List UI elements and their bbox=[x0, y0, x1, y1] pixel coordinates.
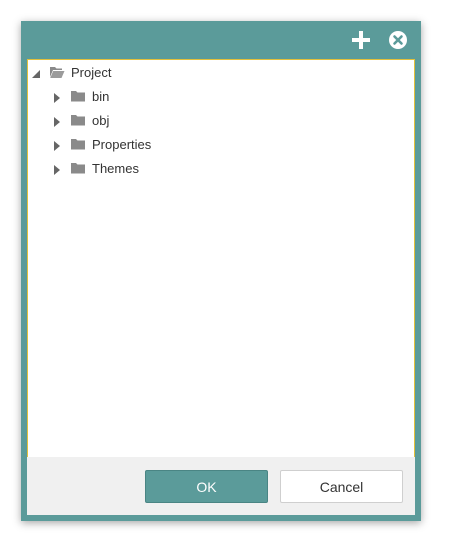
collapsed-arrow-icon[interactable] bbox=[52, 91, 62, 103]
collapsed-arrow-icon[interactable] bbox=[52, 163, 62, 175]
plus-icon[interactable] bbox=[350, 29, 372, 51]
folder-picker-dialog: Project bin obj Properties Themes OK Can… bbox=[21, 21, 421, 521]
tree-node-root[interactable]: Project bbox=[31, 61, 111, 83]
tree-node-label: Project bbox=[71, 64, 112, 80]
folder-open-icon bbox=[49, 65, 65, 79]
folder-icon bbox=[70, 89, 86, 103]
tree-node-obj[interactable]: obj bbox=[52, 109, 109, 131]
expanded-arrow-icon[interactable] bbox=[31, 67, 41, 78]
ok-button[interactable]: OK bbox=[145, 470, 268, 503]
tree-node-label: Themes bbox=[92, 160, 139, 176]
tree-node-label: bin bbox=[92, 88, 110, 104]
close-circle-icon[interactable] bbox=[387, 29, 409, 51]
folder-icon bbox=[70, 137, 86, 151]
folder-icon bbox=[70, 113, 86, 127]
tree-node-themes[interactable]: Themes bbox=[52, 157, 139, 179]
dialog-footer: OK Cancel bbox=[27, 457, 415, 515]
cancel-button[interactable]: Cancel bbox=[280, 470, 403, 503]
tree-node-bin[interactable]: bin bbox=[52, 85, 109, 107]
folder-tree[interactable]: Project bin obj Properties Themes bbox=[27, 59, 415, 458]
tree-node-properties[interactable]: Properties bbox=[52, 133, 151, 155]
tree-node-label: obj bbox=[92, 112, 110, 128]
folder-icon bbox=[70, 161, 86, 175]
collapsed-arrow-icon[interactable] bbox=[52, 139, 62, 151]
collapsed-arrow-icon[interactable] bbox=[52, 115, 62, 127]
dialog-titlebar bbox=[21, 21, 421, 59]
tree-node-label: Properties bbox=[92, 136, 152, 152]
